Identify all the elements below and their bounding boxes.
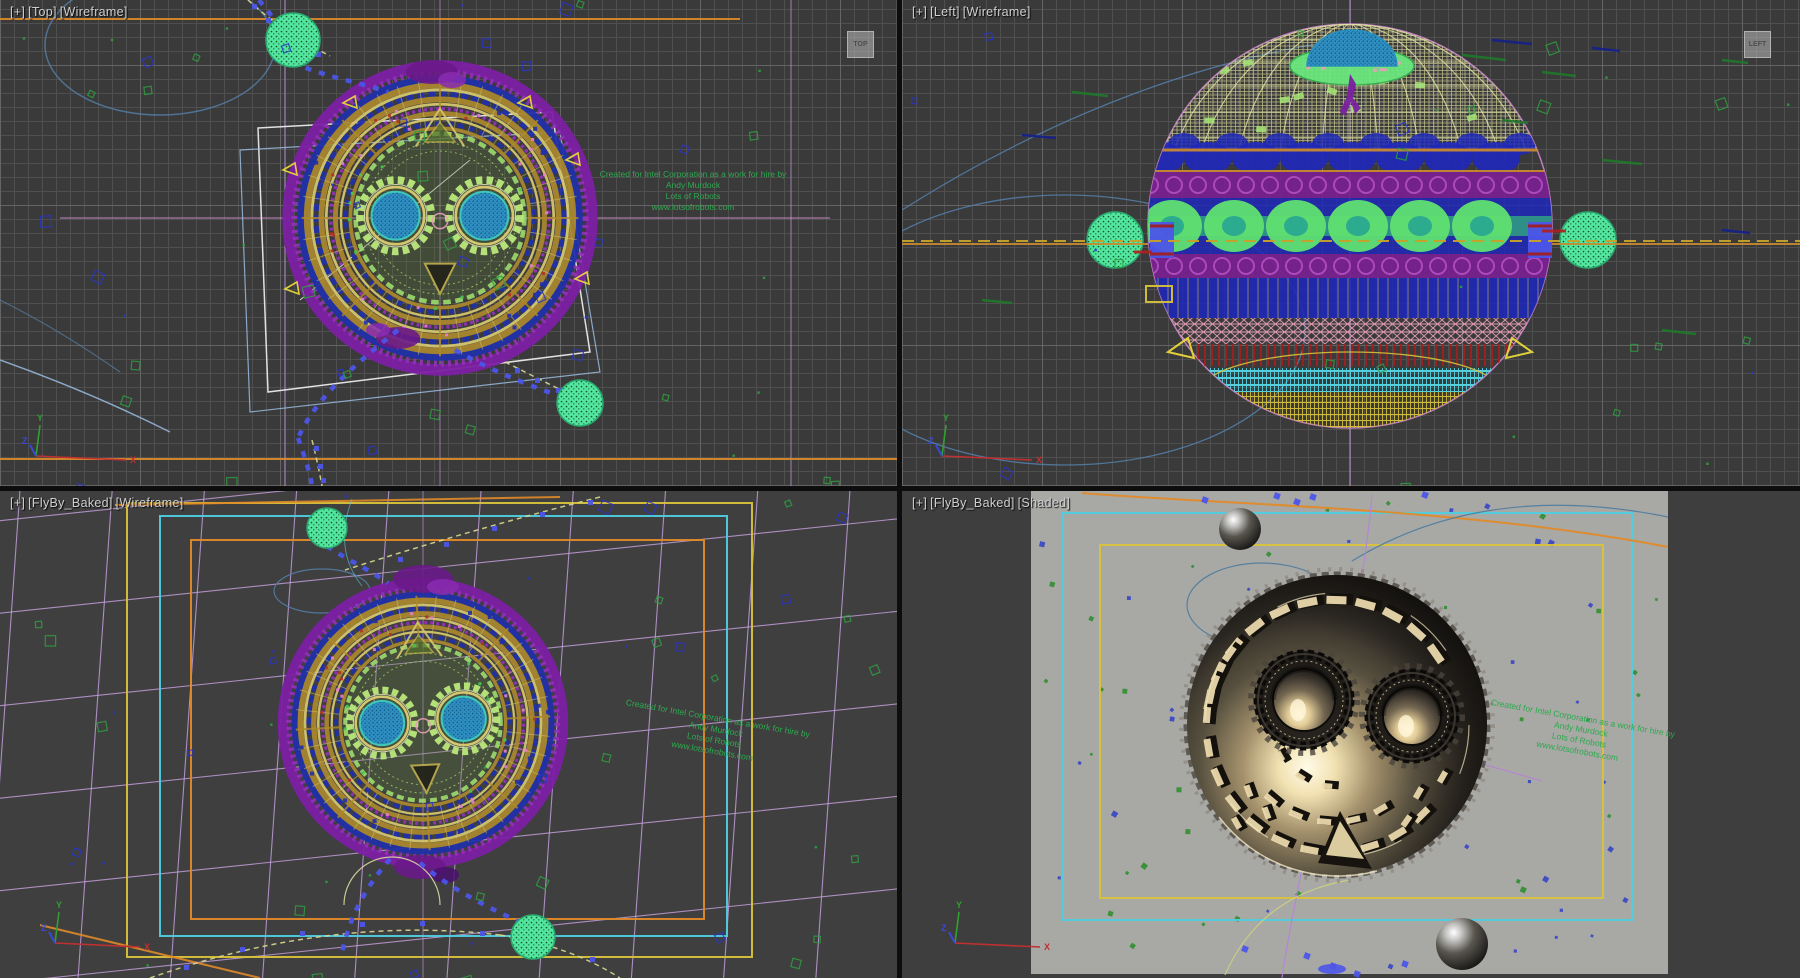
viewcube[interactable]: TOP [847,31,874,58]
viewport-menu-button[interactable]: [+] [912,496,927,510]
watermark-line: Created for Intel Corporation as a work … [583,169,803,180]
svg-text:Y: Y [943,413,949,423]
viewport-shading-button[interactable]: [Shaded] [1018,496,1070,510]
viewport-camera-wireframe[interactable]: XYZ [+] [FlyBy_Baked] [Wireframe] Create… [0,491,897,978]
viewport-pov-button[interactable]: [Top] [28,5,57,19]
svg-text:Y: Y [37,413,43,423]
viewport-shading-button[interactable]: [Wireframe] [116,496,184,510]
axis-tripod: X Y Z [928,413,1042,465]
viewport-label: [+] [Top] [Wireframe] [10,5,128,19]
svg-text:X: X [1044,942,1050,952]
viewport-pov-button[interactable]: [Left] [930,5,960,19]
viewport-grid: X Y Z [+] [Top] [Wireframe] TOP Created fo… [0,0,1800,978]
viewport-camera-shaded[interactable]: XYZ [+] [FlyBy_Baked] [Shaded] Created f… [902,491,1800,978]
wireframe-scene-left-view[interactable]: X Y Z [902,0,1800,486]
viewport-label: [+] [FlyBy_Baked] [Wireframe] [10,496,184,510]
svg-text:Z: Z [928,436,934,446]
axis-tripod: X Y Z [22,413,136,465]
viewport-menu-button[interactable]: [+] [10,496,25,510]
svg-text:X: X [130,455,136,465]
viewport-top[interactable]: X Y Z [+] [Top] [Wireframe] TOP Created fo… [0,0,897,486]
svg-text:Z: Z [941,923,947,933]
viewport-pov-button[interactable]: [FlyBy_Baked] [930,496,1015,510]
watermark-text: Created for Intel Corporation as a work … [583,169,803,213]
viewport-label: [+] [Left] [Wireframe] [912,5,1031,19]
svg-text:X: X [144,942,150,952]
viewport-pov-button[interactable]: [FlyBy_Baked] [28,496,113,510]
viewport-menu-button[interactable]: [+] [912,5,927,19]
wireframe-model [288,66,592,370]
axis-tripod: X Y Z [41,900,150,952]
viewport-menu-button[interactable]: [+] [10,5,25,19]
wireframe-scene-top-view[interactable]: X Y Z [0,0,897,486]
watermark-line: www.lotsofrobots.com [583,202,803,213]
svg-text:Z: Z [41,923,47,933]
svg-text:Z: Z [22,436,28,446]
viewport-label: [+] [FlyBy_Baked] [Shaded] [912,496,1070,510]
svg-text:X: X [1036,455,1042,465]
svg-text:Y: Y [956,900,962,910]
svg-text:Y: Y [56,900,62,910]
viewport-left[interactable]: X Y Z [+] [Left] [Wireframe] LEFT [902,0,1800,486]
watermark-line: Lots of Robots [583,191,803,202]
viewcube[interactable]: LEFT [1744,31,1771,58]
viewport-shading-button[interactable]: [Wireframe] [963,5,1031,19]
viewport-shading-button[interactable]: [Wireframe] [60,5,128,19]
watermark-line: Andy Murdock [583,180,803,191]
